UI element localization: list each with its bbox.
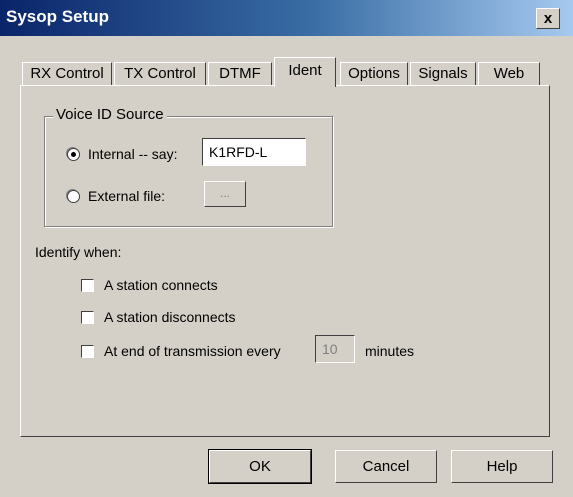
end-of-transmission-row[interactable]: At end of transmission every	[81, 343, 281, 359]
station-disconnects-row[interactable]: A station disconnects	[81, 309, 236, 325]
internal-say-label: Internal -- say:	[88, 146, 178, 162]
internal-say-radio-row[interactable]: Internal -- say:	[67, 146, 177, 162]
tab-tx-control[interactable]: TX Control	[114, 62, 206, 86]
external-file-radio[interactable]	[67, 189, 80, 203]
close-icon: x	[543, 10, 553, 27]
external-file-radio-row[interactable]: External file:	[67, 188, 165, 204]
ok-button[interactable]: OK	[208, 449, 312, 484]
interval-unit-label: minutes	[365, 343, 415, 359]
tab-signals[interactable]: Signals	[410, 62, 476, 86]
cancel-button[interactable]: Cancel	[335, 450, 437, 483]
close-button[interactable]: x	[536, 8, 560, 29]
interval-minutes-input[interactable]	[315, 335, 355, 363]
internal-say-radio[interactable]	[67, 147, 80, 161]
external-file-label: External file:	[88, 188, 166, 204]
help-button[interactable]: Help	[451, 450, 553, 483]
sysop-setup-dialog: Sysop Setup x RX Control TX Control DTMF…	[0, 0, 573, 497]
end-of-transmission-checkbox[interactable]	[81, 344, 94, 358]
end-of-transmission-label: At end of transmission every	[104, 343, 281, 359]
tab-web[interactable]: Web	[478, 62, 540, 86]
voice-id-source-legend: Voice ID Source	[53, 106, 167, 123]
identify-when-heading: Identify when:	[35, 244, 122, 260]
tab-dtmf[interactable]: DTMF	[208, 62, 272, 86]
station-connects-row[interactable]: A station connects	[81, 277, 218, 293]
ident-tab-panel: Voice ID Source Internal -- say: Externa…	[20, 85, 550, 437]
internal-say-input[interactable]	[202, 138, 306, 166]
window-title: Sysop Setup	[6, 7, 109, 26]
browse-file-button[interactable]: ...	[204, 181, 246, 207]
tab-ident[interactable]: Ident	[274, 57, 336, 87]
station-connects-label: A station connects	[104, 277, 218, 293]
tab-options[interactable]: Options	[340, 62, 408, 86]
station-disconnects-checkbox[interactable]	[81, 310, 94, 324]
voice-id-source-group	[44, 116, 333, 227]
title-bar[interactable]: Sysop Setup x	[0, 0, 573, 36]
tab-rx-control[interactable]: RX Control	[22, 62, 112, 86]
station-disconnects-label: A station disconnects	[104, 309, 236, 325]
station-connects-checkbox[interactable]	[81, 278, 94, 292]
